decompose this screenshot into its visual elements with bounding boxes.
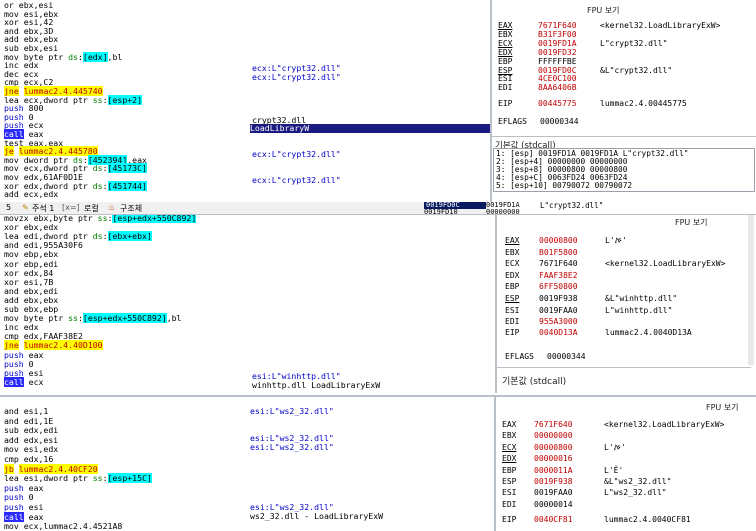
fpu-view-title[interactable]: FPU 보기 [706,402,739,413]
stack-arg: 5: [esp+10] 00790072 00790072 [496,181,633,190]
code-line[interactable]: call ecx [4,376,43,387]
comment: ecx:L"crypt32.dll" [252,72,341,82]
comment: ecx:L"crypt32.dll" [252,149,341,159]
call-convention-label[interactable]: 기본값 (stdcall) [502,374,566,387]
fpu-view-title[interactable]: FPU 보기 [675,217,708,228]
disassembly-panel-1[interactable]: or ebx,esi mov esi,ebx xor esi,42 and ebx,3… [0,0,490,202]
tab-number: 5 [6,203,12,212]
comment: esi:L"ws2_32.dll" [250,406,334,416]
tab-locals[interactable]: 로컬 [84,203,99,214]
locals-icon: [x=] [62,203,80,212]
comment-current: LoadLibraryW [250,124,490,133]
stack-comment: L"crypt32.dll" [540,201,604,210]
register-panel-1: FPU 보기 EAX 7671F640 <kernel32.LoadLibraryE… [492,0,756,136]
comment: ws2_32.dll - LoadLibraryExW [250,511,384,521]
register-panel-3: FPU 보기 EAX 7671F640 <kernel32.LoadLibraryE… [496,397,754,531]
tab-notes[interactable]: 주석 1 [32,203,54,214]
comment: ecx:L"crypt32.dll" [252,175,341,185]
code-line[interactable]: and esi,1 [4,407,48,416]
code-line[interactable]: sub edx,edi [4,426,58,435]
disassembly-panel-3[interactable]: and esi,1 and edi,1E sub edx,edi add edx,es… [0,397,494,531]
code-line[interactable]: cmp edx,16 [4,455,53,464]
fpu-view-title[interactable]: FPU 보기 [587,5,620,16]
disassembly-panel-2[interactable]: movzx ebx,byte ptr ss:[esp+edx+550C892] x… [0,215,495,393]
tab-struct[interactable]: 구조체 [120,203,142,214]
comment: esi:L"ws2_32.dll" [250,442,334,452]
struct-icon: ♨ [108,203,116,212]
notes-icon: ✎ [22,203,29,212]
comment: winhttp.dll LoadLibraryExW [252,380,381,390]
code-line[interactable]: mov ecx,lummac2.4.4521A8 [4,522,122,531]
code-line[interactable]: lea esi,dword ptr ss:[esp+15C] [4,473,152,484]
scrollbar[interactable] [748,215,754,365]
register-panel-2: FPU 보기 EAX 00000800 L'ࠀ' EBX B01F5800 ECX 7671… [497,215,751,367]
code-line[interactable]: add ecx,edx [4,190,58,199]
stack-args-box: 1: [esp] 0019FD1A 0019FD1A L"crypt32.dll… [493,148,755,192]
code-line[interactable]: push esi [4,503,43,512]
